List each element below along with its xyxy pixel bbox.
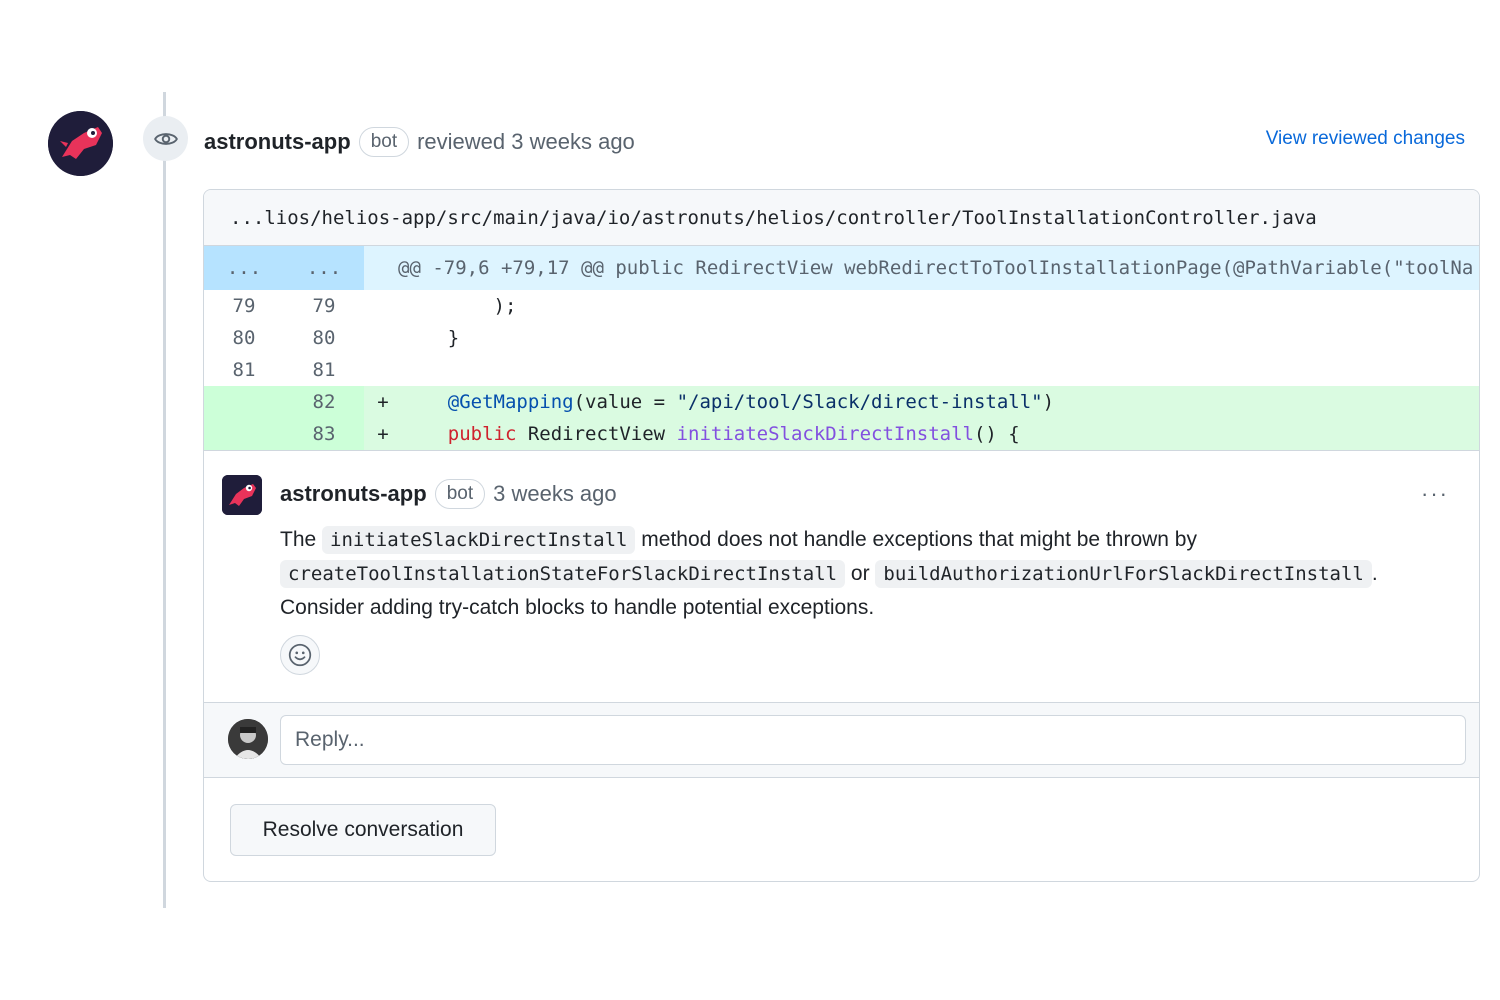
hunk-text: @@ -79,6 +79,17 @@ public RedirectView w… xyxy=(398,257,1474,279)
comment-text: method does not handle exceptions that m… xyxy=(635,528,1197,551)
code-text: } xyxy=(402,327,460,349)
comment-text: or xyxy=(845,562,876,585)
comment-author[interactable]: astronuts-app xyxy=(280,481,427,507)
code-text: public RedirectView initiateSlackDirectI… xyxy=(402,423,1020,445)
old-line-number[interactable]: 80 xyxy=(204,327,284,349)
inline-code: createToolInstallationStateForSlackDirec… xyxy=(280,560,846,588)
reply-area: Reply... xyxy=(204,702,1479,778)
new-line-number[interactable]: 81 xyxy=(284,359,364,381)
astronuts-logo-icon xyxy=(48,111,113,176)
review-thread-card: ...lios/helios-app/src/main/java/io/astr… xyxy=(203,189,1480,882)
inline-code: buildAuthorizationUrlForSlackDirectInsta… xyxy=(875,560,1372,588)
resolve-conversation-button[interactable]: Resolve conversation xyxy=(230,804,496,856)
view-reviewed-changes-link[interactable]: View reviewed changes xyxy=(1266,128,1465,150)
astronuts-avatar[interactable] xyxy=(48,111,113,176)
code-text: ); xyxy=(402,295,517,317)
comment-header: astronuts-app bot 3 weeks ago xyxy=(280,479,617,509)
timeline-line xyxy=(163,92,166,908)
review-author[interactable]: astronuts-app xyxy=(204,129,351,155)
comment-line-2: createToolInstallationStateForSlackDirec… xyxy=(280,557,1450,591)
comment-time[interactable]: 3 weeks ago xyxy=(493,481,617,507)
code-function: initiateSlackDirectInstall xyxy=(676,423,974,445)
code-text: @GetMapping(value = "/api/tool/Slack/dir… xyxy=(402,391,1054,413)
code-token: () { xyxy=(973,423,1020,445)
code-keyword: public xyxy=(447,423,517,445)
code-type: RedirectView xyxy=(516,423,677,445)
code-token: ) xyxy=(1042,391,1055,413)
bot-badge: bot xyxy=(434,479,486,509)
file-path[interactable]: ...lios/helios-app/src/main/java/io/astr… xyxy=(204,190,1479,246)
new-line-number[interactable]: 82 xyxy=(284,391,364,413)
add-reaction-button[interactable] xyxy=(280,635,320,675)
review-header: astronuts-app bot reviewed 3 weeks ago xyxy=(204,124,635,160)
comment-line-1: The initiateSlackDirectInstall method do… xyxy=(280,523,1450,557)
new-line-number[interactable]: 79 xyxy=(284,295,364,317)
user-avatar[interactable] xyxy=(228,719,268,759)
comment-text: . xyxy=(1371,562,1378,585)
new-line-number[interactable]: 83 xyxy=(284,423,364,445)
code-string: "/api/tool/Slack/direct-install" xyxy=(676,391,1043,413)
comment-body: The initiateSlackDirectInstall method do… xyxy=(280,523,1450,625)
diff-line: 80 80 } xyxy=(204,322,1479,354)
diff-line: 81 81 xyxy=(204,354,1479,386)
diff-sign: + xyxy=(377,391,389,413)
user-avatar-icon xyxy=(228,719,268,759)
review-comment: astronuts-app bot 3 weeks ago ··· The in… xyxy=(204,450,1479,703)
hunk-old-expand[interactable]: ... xyxy=(204,246,284,290)
review-meta: reviewed 3 weeks ago xyxy=(417,129,635,154)
bot-badge: bot xyxy=(358,127,410,157)
old-line-number[interactable]: 79 xyxy=(204,295,284,317)
smiley-icon xyxy=(288,643,312,667)
code-token: (value = xyxy=(573,391,677,413)
diff-hunk-header: ... ... @@ -79,6 +79,17 @@ public Redire… xyxy=(204,246,1479,290)
reply-input[interactable]: Reply... xyxy=(280,715,1466,765)
eye-icon xyxy=(153,132,178,145)
eye-badge xyxy=(143,116,188,161)
diff-line-added: 82 + @GetMapping(value = "/api/tool/Slac… xyxy=(204,386,1479,418)
comment-line-3: Consider adding try-catch blocks to hand… xyxy=(280,596,875,619)
new-line-number[interactable]: 80 xyxy=(284,327,364,349)
comment-author-avatar[interactable] xyxy=(222,475,262,515)
old-line-number[interactable]: 81 xyxy=(204,359,284,381)
comment-text: The xyxy=(280,528,323,551)
diff-line: 79 79 ); xyxy=(204,290,1479,322)
diff-view: ... ... @@ -79,6 +79,17 @@ public Redire… xyxy=(204,246,1479,450)
more-options-icon[interactable]: ··· xyxy=(1421,481,1449,507)
astronuts-logo-icon xyxy=(222,475,262,515)
code-annotation: @GetMapping xyxy=(447,391,574,413)
inline-code: initiateSlackDirectInstall xyxy=(322,526,636,554)
diff-line-added: 83 + public RedirectView initiateSlackDi… xyxy=(204,418,1479,450)
diff-sign: + xyxy=(377,423,389,445)
hunk-new-expand[interactable]: ... xyxy=(284,246,364,290)
